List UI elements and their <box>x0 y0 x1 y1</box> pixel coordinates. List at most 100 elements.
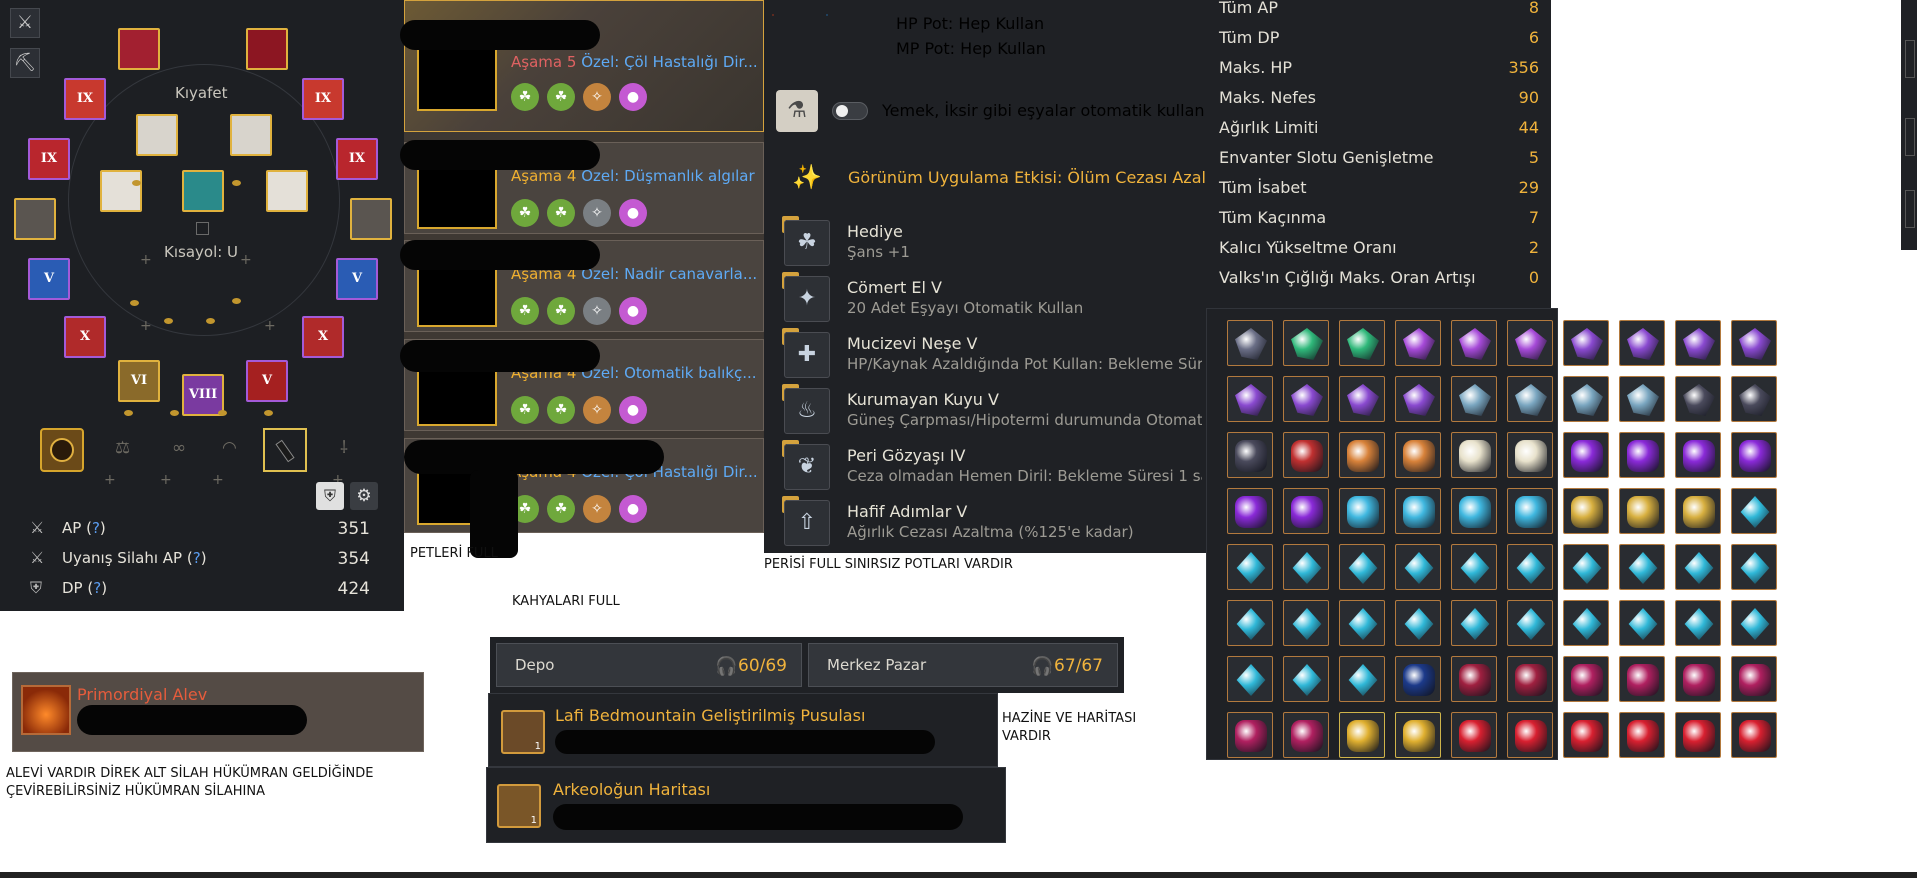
inventory-slot[interactable] <box>1451 600 1497 646</box>
inventory-slot[interactable] <box>1563 376 1609 422</box>
fairy-skill-icon[interactable]: ☘ <box>784 220 830 266</box>
inventory-slot[interactable] <box>1731 488 1777 534</box>
equipment-slot[interactable] <box>118 28 160 70</box>
inventory-slot[interactable] <box>1507 376 1553 422</box>
equipment-slot[interactable] <box>246 28 288 70</box>
inventory-slot[interactable] <box>1731 432 1777 478</box>
inventory-slot[interactable] <box>1339 600 1385 646</box>
inventory-slot[interactable] <box>1619 656 1665 702</box>
inventory-slot[interactable] <box>1731 320 1777 366</box>
fairy-skill-icon[interactable]: ⇧ <box>784 500 830 546</box>
equipment-slot[interactable] <box>100 170 142 212</box>
inventory-slot[interactable] <box>1227 376 1273 422</box>
inventory-slot[interactable] <box>1507 544 1553 590</box>
inventory-slot[interactable] <box>1675 320 1721 366</box>
inventory-slot[interactable] <box>1283 600 1329 646</box>
equipment-slot[interactable] <box>136 114 178 156</box>
inventory-slot[interactable] <box>1395 544 1441 590</box>
inventory-slot[interactable] <box>1563 544 1609 590</box>
inventory-slot[interactable] <box>1227 600 1273 646</box>
swords-icon[interactable]: ⚔ <box>10 8 40 38</box>
inventory-slot[interactable] <box>1339 320 1385 366</box>
inventory-slot[interactable] <box>1731 544 1777 590</box>
inventory-slot[interactable] <box>1451 544 1497 590</box>
inventory-slot[interactable] <box>1507 320 1553 366</box>
inventory-slot[interactable] <box>1619 488 1665 534</box>
equipment-slot[interactable]: X <box>64 316 106 358</box>
inventory-slot[interactable] <box>1227 488 1273 534</box>
inventory-slot[interactable] <box>1283 320 1329 366</box>
inventory-slot[interactable] <box>1339 488 1385 534</box>
equipment-slot[interactable] <box>230 114 272 156</box>
inventory-slot[interactable] <box>1507 432 1553 478</box>
fairy-skill-icon[interactable]: ✦ <box>784 276 830 322</box>
help-link[interactable]: ? <box>93 579 101 597</box>
inventory-slot[interactable] <box>1283 544 1329 590</box>
equipment-slot[interactable]: VI <box>118 360 160 402</box>
inventory-slot[interactable] <box>1395 712 1441 758</box>
inventory-slot[interactable] <box>1283 712 1329 758</box>
inventory-slot[interactable] <box>1451 656 1497 702</box>
inventory-slot[interactable] <box>1563 600 1609 646</box>
inventory-slot[interactable] <box>1227 544 1273 590</box>
inventory-slot[interactable] <box>1619 320 1665 366</box>
inventory-slot[interactable] <box>1339 376 1385 422</box>
equipment-slot[interactable] <box>350 198 392 240</box>
inventory-slot[interactable] <box>1283 488 1329 534</box>
equipment-slot[interactable] <box>182 170 224 212</box>
inventory-slot[interactable] <box>1619 712 1665 758</box>
side-tab[interactable] <box>1905 118 1915 156</box>
help-link[interactable]: ? <box>92 519 100 537</box>
inventory-slot[interactable] <box>1563 656 1609 702</box>
inventory-slot[interactable] <box>1731 600 1777 646</box>
side-tab[interactable] <box>1905 40 1915 78</box>
compass-icon[interactable]: 1 <box>501 710 545 754</box>
inventory-slot[interactable] <box>1507 488 1553 534</box>
inventory-slot[interactable] <box>1507 600 1553 646</box>
hp-potion-icon[interactable] <box>772 14 774 16</box>
inventory-slot[interactable] <box>1619 376 1665 422</box>
gear-icon[interactable]: ⚙ <box>350 482 378 510</box>
inventory-slot[interactable] <box>1395 376 1441 422</box>
flame-icon[interactable] <box>21 685 71 735</box>
inventory-slot[interactable] <box>1339 656 1385 702</box>
inventory-slot[interactable] <box>1451 376 1497 422</box>
inventory-slot[interactable] <box>1283 656 1329 702</box>
inventory-slot[interactable] <box>1227 656 1273 702</box>
market-box[interactable]: Merkez Pazar 🎧 67/67 <box>808 643 1118 687</box>
inventory-slot[interactable] <box>1507 656 1553 702</box>
inventory-slot[interactable] <box>1731 712 1777 758</box>
equipment-slot[interactable]: V <box>246 360 288 402</box>
side-tab[interactable] <box>1905 190 1915 228</box>
equipment-slot[interactable]: V <box>28 258 70 300</box>
equipment-slot[interactable]: IX <box>64 78 106 120</box>
fairy-skill-icon[interactable]: ❦ <box>784 444 830 490</box>
inventory-slot[interactable] <box>1619 432 1665 478</box>
auto-use-toggle[interactable] <box>832 102 868 120</box>
equipment-slot[interactable]: VIII <box>182 374 224 416</box>
inventory-slot[interactable] <box>1619 544 1665 590</box>
inventory-slot[interactable] <box>1339 712 1385 758</box>
crystal-slot[interactable] <box>40 428 84 472</box>
inventory-slot[interactable] <box>1675 488 1721 534</box>
equipment-slot[interactable]: IX <box>302 78 344 120</box>
inventory-slot[interactable] <box>1731 656 1777 702</box>
inventory-slot[interactable] <box>1563 320 1609 366</box>
inventory-slot[interactable] <box>1395 656 1441 702</box>
inventory-slot[interactable] <box>1395 600 1441 646</box>
inventory-slot[interactable] <box>1395 432 1441 478</box>
fairy-skill-icon[interactable]: ✚ <box>784 332 830 378</box>
tool-slot[interactable] <box>263 428 307 472</box>
equipment-slot[interactable]: V <box>336 258 378 300</box>
inventory-slot[interactable] <box>1675 656 1721 702</box>
mp-potion-icon[interactable] <box>826 14 828 16</box>
inventory-slot[interactable] <box>1675 712 1721 758</box>
shield-settings-icon[interactable]: ⛨ <box>316 482 344 510</box>
fairy-skill-icon[interactable]: ♨ <box>784 388 830 434</box>
inventory-slot[interactable] <box>1283 432 1329 478</box>
inventory-slot[interactable] <box>1563 432 1609 478</box>
inventory-slot[interactable] <box>1731 376 1777 422</box>
inventory-slot[interactable] <box>1563 488 1609 534</box>
inventory-slot[interactable] <box>1227 712 1273 758</box>
inventory-slot[interactable] <box>1675 600 1721 646</box>
